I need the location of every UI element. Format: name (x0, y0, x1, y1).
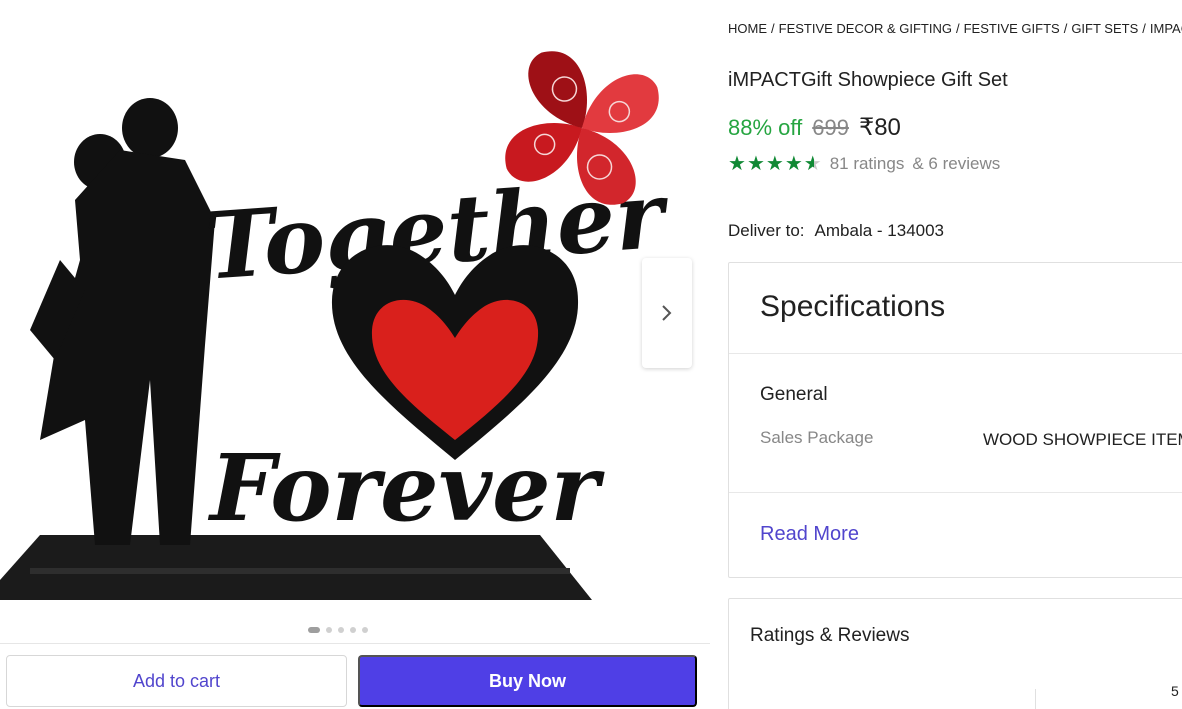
ratings-reviews-title: Ratings & Reviews (750, 625, 910, 646)
pagination-dot[interactable] (326, 627, 332, 633)
next-image-button[interactable] (642, 258, 692, 368)
reviews-count: & 6 reviews (912, 154, 1001, 173)
spec-value-sales-package: WOOD SHOWPIECE ITEM (983, 430, 1182, 449)
divider (1035, 689, 1036, 709)
delivery-location: Ambala - 134003 (814, 221, 945, 240)
breadcrumb-gift-sets[interactable]: GIFT SETS (1071, 21, 1138, 36)
breadcrumb-festive-gifts[interactable]: FESTIVE GIFTS (964, 21, 1060, 36)
couple-silhouette (30, 98, 215, 545)
read-more-link[interactable]: Read More (760, 523, 859, 546)
star-icon: ★ (765, 153, 784, 175)
breadcrumb-home[interactable]: HOME (728, 21, 767, 36)
forever-script: Forever (207, 434, 606, 542)
deliver-label: Deliver to: (728, 221, 805, 240)
rating-row[interactable]: ★ ★ ★ ★ ★ 81 ratings & 6 reviews (728, 154, 1000, 174)
ratings-count: 81 ratings (829, 154, 905, 173)
action-bar: Add to cart Buy Now (0, 643, 710, 709)
half-star-icon: ★ (803, 153, 822, 175)
pagination-dot[interactable] (362, 627, 368, 633)
breadcrumb: HOME / FESTIVE DECOR & GIFTING / FESTIVE GIF… (728, 21, 1182, 36)
spec-key-sales-package: Sales Package (760, 428, 874, 447)
star-icon: ★ (728, 153, 746, 175)
image-pagination (308, 627, 368, 633)
breadcrumb-impactgift[interactable]: IMPACTG (1150, 21, 1182, 36)
specifications-title: Specifications (760, 290, 946, 323)
product-gallery: Together Forever Add to cart Buy Now (0, 0, 710, 709)
rating-bar-label: 5 (1171, 683, 1179, 699)
star-icon: ★ (746, 153, 765, 175)
delivery-info[interactable]: Deliver to: Ambala - 134003 (728, 221, 944, 241)
mrp-price: 699 (812, 115, 849, 140)
rating-stars: ★ ★ ★ ★ ★ (728, 154, 822, 174)
breadcrumb-festive-decor[interactable]: FESTIVE DECOR & GIFTING (779, 21, 952, 36)
divider (729, 353, 1182, 354)
showpiece-base (0, 535, 592, 600)
spec-section-general: General (760, 384, 828, 405)
price-row: 88% off 699 ₹80 (728, 113, 901, 142)
specifications-card: Specifications General Sales Package WOO… (728, 262, 1182, 578)
pagination-dot[interactable] (308, 627, 320, 633)
star-icon: ★ (784, 153, 803, 175)
pagination-dot[interactable] (338, 627, 344, 633)
selling-price: ₹80 (858, 114, 901, 141)
buy-now-button[interactable]: Buy Now (358, 655, 697, 707)
add-to-cart-button[interactable]: Add to cart (6, 655, 347, 707)
pagination-dot[interactable] (350, 627, 356, 633)
chevron-right-icon (662, 305, 672, 321)
divider (729, 492, 1182, 493)
product-image[interactable]: Together Forever (0, 0, 700, 615)
discount-label: 88% off (728, 115, 803, 140)
product-title: iMPACTGift Showpiece Gift Set (728, 69, 1008, 91)
ratings-reviews-card: Ratings & Reviews 5 (728, 598, 1182, 709)
product-details: HOME / FESTIVE DECOR & GIFTING / FESTIVE GIF… (728, 0, 1182, 709)
